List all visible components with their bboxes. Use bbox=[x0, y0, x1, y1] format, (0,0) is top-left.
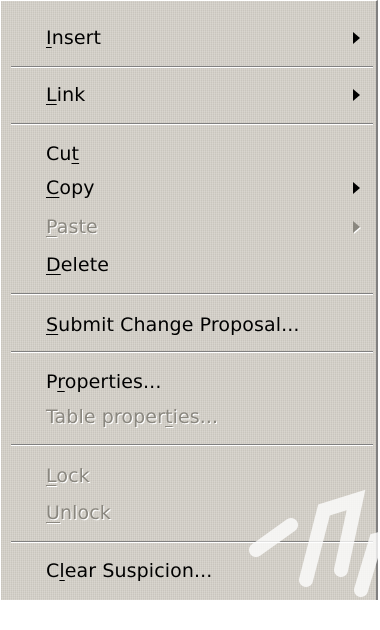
menu-item-paste-label: Paste bbox=[46, 216, 98, 238]
menu-separator bbox=[11, 123, 373, 125]
menu-item-cut[interactable]: Cut bbox=[1, 135, 377, 173]
menu-item-link-label: Link bbox=[46, 84, 86, 106]
menu-item-unlock-label: Unlock bbox=[46, 502, 111, 524]
menu-separator bbox=[11, 444, 373, 446]
menu-item-properties-label: Properties... bbox=[46, 371, 162, 393]
menu-item-clear-suspicion[interactable]: Clear Suspicion... bbox=[1, 552, 377, 590]
menu-item-clear-suspicion-label: Clear Suspicion... bbox=[46, 560, 213, 582]
menu-item-submit-change-proposal[interactable]: Submit Change Proposal... bbox=[1, 306, 377, 344]
menu-item-delete[interactable]: Delete bbox=[1, 246, 377, 284]
menu-item-link[interactable]: Link bbox=[1, 76, 377, 114]
menu-item-lock-label: Lock bbox=[46, 465, 90, 487]
menu-separator bbox=[11, 66, 373, 68]
menu-item-properties[interactable]: Properties... bbox=[1, 363, 377, 401]
menu-item-lock: Lock bbox=[1, 457, 377, 495]
menu-separator bbox=[11, 293, 373, 295]
submenu-arrow-icon bbox=[353, 89, 360, 101]
context-menu: Insert Link Cut Copy Paste Delete Submit… bbox=[0, 0, 380, 600]
menu-item-insert-label: Insert bbox=[46, 27, 102, 49]
menu-item-table-properties-label: Table properties... bbox=[46, 406, 219, 428]
menu-item-delete-label: Delete bbox=[46, 254, 110, 276]
menu-item-submit-change-proposal-label: Submit Change Proposal... bbox=[46, 314, 300, 336]
menu-item-cut-label: Cut bbox=[46, 143, 80, 165]
submenu-arrow-icon bbox=[353, 221, 360, 233]
menu-item-table-properties: Table properties... bbox=[1, 398, 377, 436]
menu-separator bbox=[11, 541, 373, 543]
menu-item-paste: Paste bbox=[1, 208, 377, 246]
menu-item-unlock: Unlock bbox=[1, 494, 377, 532]
menu-item-copy-label: Copy bbox=[46, 177, 95, 199]
submenu-arrow-icon bbox=[353, 182, 360, 194]
menu-separator bbox=[11, 351, 373, 353]
submenu-arrow-icon bbox=[353, 32, 360, 44]
menu-item-insert[interactable]: Insert bbox=[1, 19, 377, 57]
menu-item-copy[interactable]: Copy bbox=[1, 169, 377, 207]
